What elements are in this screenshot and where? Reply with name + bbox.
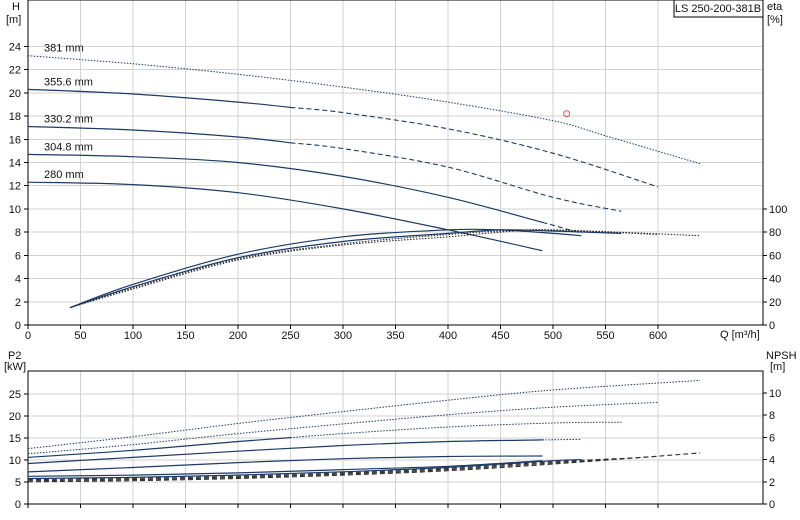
product-label: LS 250-200-381B	[675, 3, 761, 15]
bottom-y-left-tick-label: 10	[9, 455, 21, 467]
top-chart-ticks: 0 50 100 150 200 250 300 350 400 450 500 550 6000246…	[9, 41, 788, 342]
top-y-right-tick-label: 0	[769, 320, 775, 332]
top-x-label: Q [m³/h]	[720, 329, 760, 341]
top-x-tick-label: 150	[176, 330, 194, 342]
bottom-y-right-tick-label: 0	[769, 499, 775, 511]
top-y-right-tick-label: 100	[769, 204, 787, 216]
bottom-y-right-unit: [m]	[770, 361, 785, 373]
head-curve	[27, 55, 701, 165]
top-y-left-tick-label: 24	[9, 41, 21, 53]
top-x-tick-label: 550	[596, 330, 614, 342]
top-x-tick-label: 450	[491, 330, 509, 342]
top-y-left-unit: [m]	[6, 14, 21, 26]
top-y-left-tick-label: 14	[9, 158, 21, 170]
top-x-tick-label: 300	[334, 330, 352, 342]
bottom-y-left-tick-label: 20	[9, 411, 21, 423]
top-x-tick-label: 600	[649, 330, 667, 342]
head-curve	[27, 88, 291, 108]
head-curve-label: 381 mm	[44, 43, 84, 55]
top-y-right-tick-label: 80	[769, 227, 781, 239]
head-curve	[27, 153, 543, 223]
top-x-tick-label: 250	[281, 330, 299, 342]
bottom-y-right-tick-label: 2	[769, 477, 775, 489]
top-y-left-tick-label: 12	[9, 181, 21, 193]
power-curve	[542, 438, 582, 441]
bottom-chart-grid	[27, 371, 763, 505]
top-y-left-label: H	[12, 1, 20, 13]
top-y-left-tick-label: 0	[15, 320, 21, 332]
top-x-tick-label: 100	[124, 330, 142, 342]
head-curve-label: 280 mm	[44, 169, 84, 181]
bottom-y-left-unit: [kW]	[4, 361, 26, 373]
top-y-right-tick-label: 60	[769, 250, 781, 262]
power-curve	[27, 437, 291, 458]
bottom-y-right-tick-label: 10	[769, 388, 781, 400]
top-x-tick-label: 200	[229, 330, 247, 342]
bottom-y-left-tick-label: 0	[15, 499, 21, 511]
top-y-left-tick-label: 2	[15, 297, 21, 309]
top-y-left-tick-label: 6	[15, 250, 21, 262]
top-x-tick-label: 500	[544, 330, 562, 342]
efficiency-curve	[69, 228, 582, 309]
head-curve	[27, 181, 543, 252]
top-x-tick-label: 400	[439, 330, 457, 342]
efficiency-curve	[69, 229, 659, 309]
top-y-left-tick-label: 18	[9, 111, 21, 123]
top-y-left-tick-label: 16	[9, 134, 21, 146]
head-curve-label: 304.8 mm	[44, 141, 93, 153]
bottom-y-right-tick-label: 6	[769, 432, 775, 444]
pump-performance-chart: 0 50 100 150 200 250 300 350 400 450 500 550 6000246…	[4, 0, 797, 511]
top-y-left-tick-label: 8	[15, 227, 21, 239]
top-chart-grid	[27, 0, 763, 326]
bottom-y-left-tick-label: 15	[9, 433, 21, 445]
bottom-y-left-tick-label: 5	[15, 477, 21, 489]
top-y-right-label: eta	[767, 1, 783, 13]
head-curve	[290, 142, 622, 212]
top-x-tick-label: 0	[25, 330, 31, 342]
head-curve-label: 330.2 mm	[44, 114, 93, 126]
top-x-tick-label: 50	[74, 330, 86, 342]
bottom-y-left-tick-label: 25	[9, 389, 21, 401]
top-y-right-tick-label: 20	[769, 297, 781, 309]
top-y-left-tick-label: 22	[9, 65, 21, 77]
top-y-right-unit: [%]	[767, 14, 783, 26]
top-x-tick-label: 350	[386, 330, 404, 342]
bottom-chart-curves	[27, 379, 701, 483]
top-y-left-tick-label: 4	[15, 274, 21, 286]
top-y-right-tick-label: 40	[769, 274, 781, 286]
head-curve	[290, 106, 659, 188]
head-curve	[27, 125, 291, 144]
head-curve-label: 355.6 mm	[44, 76, 93, 88]
bottom-y-right-tick-label: 8	[769, 410, 775, 422]
top-y-left-tick-label: 20	[9, 88, 21, 100]
efficiency-curve	[69, 229, 622, 309]
bottom-y-right-tick-label: 4	[769, 455, 775, 467]
power-curve	[27, 455, 543, 473]
top-chart-curves: 381 mm 355.6 mm 330.2 mm 304.8 mm 280 mm	[27, 43, 701, 309]
top-y-left-tick-label: 10	[9, 204, 21, 216]
